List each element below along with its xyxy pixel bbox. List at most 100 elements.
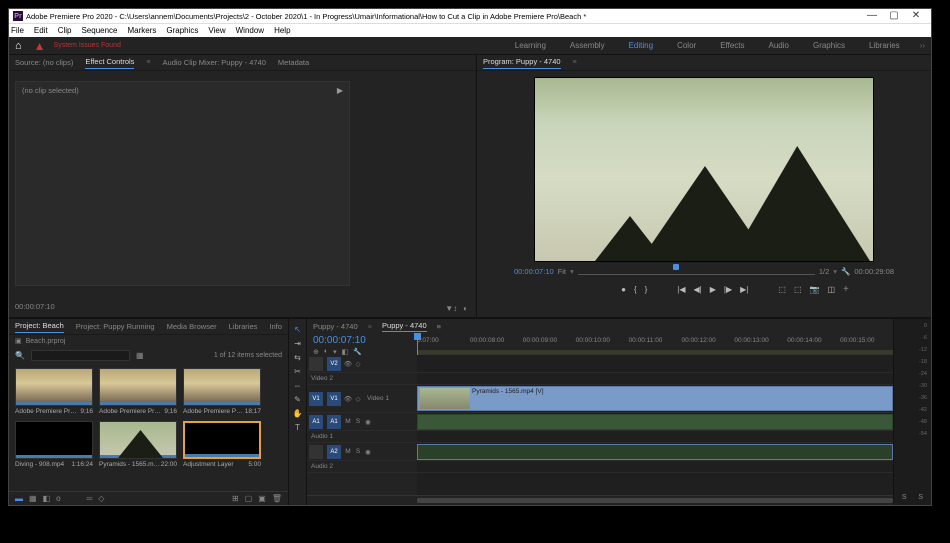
solo-left-icon[interactable]: S: [902, 494, 907, 501]
timeline-tab-1[interactable]: Puppy - 4740: [313, 322, 358, 331]
home-icon[interactable]: ⌂: [15, 40, 22, 52]
tab-project-beach[interactable]: Project: Beach: [15, 321, 64, 333]
warning-text[interactable]: System Issues Found: [54, 42, 121, 49]
export-frame-icon[interactable]: 📷: [810, 285, 820, 294]
project-item[interactable]: Adobe Premiere Pro 2...9;16: [15, 368, 93, 415]
program-video[interactable]: [534, 77, 874, 262]
step-forward-icon[interactable]: |▶: [724, 285, 732, 294]
new-bin-icon[interactable]: ▦: [136, 351, 144, 360]
bin-icon[interactable]: ▣: [15, 337, 22, 345]
newitem-icon[interactable]: ▢: [245, 494, 253, 503]
program-fit-dropdown[interactable]: Fit: [558, 267, 566, 276]
ws-libraries[interactable]: Libraries: [869, 41, 900, 50]
type-tool-icon[interactable]: T: [295, 423, 300, 432]
selection-tool-icon[interactable]: ↖: [294, 325, 301, 334]
filter-icon[interactable]: ▼↕: [445, 304, 457, 313]
trash-icon[interactable]: 🗑: [272, 494, 282, 503]
add-marker-icon[interactable]: ●: [621, 285, 626, 294]
tab-libraries[interactable]: Libraries: [229, 322, 258, 331]
project-item[interactable]: Diving - 908.mp41:16:24: [15, 421, 93, 468]
tab-menu-icon[interactable]: ≡: [146, 59, 150, 66]
tab-project-puppy[interactable]: Project: Puppy Running: [76, 322, 155, 331]
ws-color[interactable]: Color: [677, 41, 696, 50]
ws-editing[interactable]: Editing: [629, 41, 653, 50]
program-resolution[interactable]: 1/2: [819, 267, 829, 276]
freeform-view-icon[interactable]: ◧: [43, 494, 51, 503]
play-icon[interactable]: ▶: [710, 285, 716, 294]
timeline-scrollbar[interactable]: [307, 495, 893, 505]
track-header-a1[interactable]: A1A1MS◉: [307, 413, 417, 431]
menu-clip[interactable]: Clip: [58, 26, 72, 35]
tab-effect-controls[interactable]: Effect Controls: [85, 57, 134, 69]
project-item[interactable]: Adjustment Layer5:00: [183, 421, 261, 468]
minimize-button[interactable]: —: [861, 9, 883, 23]
track-header-v2[interactable]: V2👁◇: [307, 355, 417, 373]
video-clip[interactable]: Pyramids - 1565.mp4 [V]: [417, 386, 893, 411]
sort-icon[interactable]: ═: [87, 494, 93, 503]
mark-in-icon[interactable]: {: [634, 285, 637, 294]
timeline-lanes[interactable]: Pyramids - 1565.mp4 [V]: [417, 355, 893, 495]
effect-controls-timecode[interactable]: 00:00:07:10: [15, 300, 470, 313]
project-search-input[interactable]: [31, 350, 130, 361]
ws-audio[interactable]: Audio: [769, 41, 789, 50]
timeline-tab-2[interactable]: Puppy - 4740: [382, 321, 427, 332]
menu-window[interactable]: Window: [236, 26, 264, 35]
hand-tool-icon[interactable]: ✋: [293, 409, 303, 418]
mark-out-icon[interactable]: }: [645, 285, 648, 294]
ripple-tool-icon[interactable]: ⇆: [294, 353, 301, 362]
slip-tool-icon[interactable]: ⇔: [294, 381, 302, 390]
close-button[interactable]: ✕: [905, 9, 927, 23]
track-select-tool-icon[interactable]: ⇥: [294, 339, 301, 348]
lift-icon[interactable]: ⬚: [778, 285, 786, 294]
button-editor-icon[interactable]: +: [843, 284, 849, 295]
timeline-timecode[interactable]: 00:00:07:10: [313, 335, 411, 346]
tab-source[interactable]: Source: (no clips): [15, 58, 73, 67]
project-item[interactable]: Adobe Premiere Pro 2...18;17: [183, 368, 261, 415]
menu-markers[interactable]: Markers: [128, 26, 157, 35]
go-to-in-icon[interactable]: |◀: [677, 285, 685, 294]
tab-program[interactable]: Program: Puppy - 4740: [483, 57, 561, 69]
ws-learning[interactable]: Learning: [515, 41, 546, 50]
timeline-ruler[interactable]: 0:07:0000:00:08:0000:00:09:0000:00:10:00…: [417, 333, 893, 355]
menu-graphics[interactable]: Graphics: [166, 26, 198, 35]
audio-clip-a1[interactable]: [417, 414, 893, 430]
menu-sequence[interactable]: Sequence: [81, 26, 117, 35]
find-icon[interactable]: ⊞: [232, 494, 239, 503]
workspace-overflow-icon[interactable]: ››: [920, 41, 925, 50]
program-scrubber[interactable]: [578, 264, 815, 278]
solo-right-icon[interactable]: S: [918, 494, 923, 501]
ws-effects[interactable]: Effects: [720, 41, 744, 50]
warning-icon[interactable]: ▲: [34, 39, 46, 53]
search-icon[interactable]: 🔍: [15, 351, 25, 360]
toggle-icon[interactable]: ◐: [463, 304, 468, 313]
program-tab-menu-icon[interactable]: ≡: [573, 59, 577, 66]
comparison-icon[interactable]: ◫: [827, 285, 835, 294]
expand-icon[interactable]: ▶: [337, 86, 343, 95]
list-view-icon[interactable]: ▬: [15, 494, 23, 503]
tab-info[interactable]: Info: [269, 322, 282, 331]
go-to-out-icon[interactable]: ▶|: [740, 285, 748, 294]
audio-clip-a2[interactable]: [417, 444, 893, 460]
zoom-icon[interactable]: o: [56, 494, 60, 503]
titlebar[interactable]: Pr Adobe Premiere Pro 2020 - C:\Users\an…: [9, 9, 931, 23]
extract-icon[interactable]: ⬚: [794, 285, 802, 294]
menu-view[interactable]: View: [208, 26, 225, 35]
track-header-v1[interactable]: V1V1👁◇ Video 1: [307, 385, 417, 413]
pen-tool-icon[interactable]: ✎: [294, 395, 301, 404]
step-back-icon[interactable]: ◀|: [694, 285, 702, 294]
menu-file[interactable]: File: [11, 26, 24, 35]
tab-media-browser[interactable]: Media Browser: [167, 322, 217, 331]
maximize-button[interactable]: ▢: [883, 9, 905, 23]
wrench-icon[interactable]: 🔧: [841, 267, 850, 276]
ws-graphics[interactable]: Graphics: [813, 41, 845, 50]
menu-help[interactable]: Help: [274, 26, 290, 35]
tab-metadata[interactable]: Metadata: [278, 58, 309, 67]
project-item[interactable]: Pyramids - 1565.mp422:00: [99, 421, 177, 468]
menu-edit[interactable]: Edit: [34, 26, 48, 35]
auto-icon[interactable]: ◇: [98, 494, 104, 503]
program-playhead[interactable]: [673, 264, 679, 270]
icon-view-icon[interactable]: ▦: [29, 494, 37, 503]
tab-audio-clip-mixer[interactable]: Audio Clip Mixer: Puppy - 4740: [163, 58, 266, 67]
razor-tool-icon[interactable]: ✂: [294, 367, 301, 376]
project-item[interactable]: Adobe Premiere Pro 2...9;16: [99, 368, 177, 415]
